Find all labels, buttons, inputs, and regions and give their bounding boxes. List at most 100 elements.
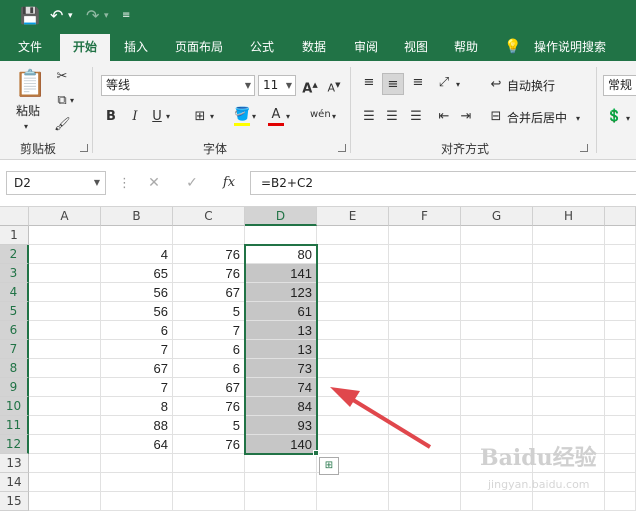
tab-help[interactable]: 帮助 [444, 34, 488, 61]
cell-h4[interactable] [533, 283, 605, 302]
format-painter-icon[interactable]: 🖌 [54, 117, 71, 133]
row-header[interactable]: 5 [0, 302, 29, 321]
font-size-combo[interactable]: 11 ▼ [258, 75, 296, 96]
cell-h2[interactable] [533, 245, 605, 264]
cell-f2[interactable] [389, 245, 461, 264]
font-color-icon[interactable]: A [268, 107, 284, 126]
copy-dropdown-icon[interactable]: ▾ [70, 93, 74, 109]
underline-dropdown-icon[interactable]: ▾ [166, 109, 170, 125]
cell-e4[interactable] [317, 283, 389, 302]
row-header[interactable]: 6 [0, 321, 29, 340]
cell-e11[interactable] [317, 416, 389, 435]
cell-f12[interactable] [389, 435, 461, 454]
cell-b5[interactable]: 56 [101, 302, 173, 321]
row-header[interactable]: 10 [0, 397, 29, 416]
underline-button[interactable]: U [150, 109, 164, 125]
redo-dropdown-icon[interactable]: ▾ [104, 6, 109, 26]
tab-page-layout[interactable]: 页面布局 [168, 34, 230, 61]
cell-d7[interactable]: 13 [245, 340, 317, 359]
cell-g1[interactable] [461, 226, 533, 245]
name-box[interactable]: D2 ▼ [6, 171, 106, 195]
cell-e2[interactable] [317, 245, 389, 264]
cell-g15[interactable] [461, 492, 533, 511]
cell-b12[interactable]: 64 [101, 435, 173, 454]
cell-d9[interactable]: 74 [245, 378, 317, 397]
cell[interactable] [605, 245, 636, 264]
decrease-font-icon[interactable]: A▼ [326, 77, 342, 97]
wrap-text-button[interactable]: 自动换行 [507, 78, 555, 94]
row-header[interactable]: 2 [0, 245, 29, 264]
align-right-icon[interactable]: ☰ [408, 109, 424, 125]
cell-b7[interactable]: 7 [101, 340, 173, 359]
column-header-h[interactable]: H [533, 207, 605, 226]
italic-button[interactable]: I [128, 109, 142, 125]
orientation-icon[interactable]: ⤢ [436, 75, 452, 91]
cell-a8[interactable] [29, 359, 101, 378]
cell-f14[interactable] [389, 473, 461, 492]
cell-d2[interactable]: 80 [245, 245, 317, 264]
cell-f3[interactable] [389, 264, 461, 283]
cell-d10[interactable]: 84 [245, 397, 317, 416]
cell-f1[interactable] [389, 226, 461, 245]
cell-c13[interactable] [173, 454, 245, 473]
cell-a4[interactable] [29, 283, 101, 302]
tab-data[interactable]: 数据 [292, 34, 336, 61]
cell-h1[interactable] [533, 226, 605, 245]
redo-icon[interactable]: ↷ [86, 6, 99, 26]
formula-input[interactable]: =B2+C2 [250, 171, 636, 195]
cell-g7[interactable] [461, 340, 533, 359]
cell-e10[interactable] [317, 397, 389, 416]
tab-view[interactable]: 视图 [394, 34, 438, 61]
cell-e3[interactable] [317, 264, 389, 283]
cell-a2[interactable] [29, 245, 101, 264]
cell-a6[interactable] [29, 321, 101, 340]
cell-c7[interactable]: 6 [173, 340, 245, 359]
column-header-g[interactable]: G [461, 207, 533, 226]
cell-e1[interactable] [317, 226, 389, 245]
merge-center-icon[interactable]: ⊟ [488, 109, 504, 125]
alignment-launcher-icon[interactable] [580, 144, 588, 152]
paste-button[interactable]: 粘贴 [16, 103, 40, 119]
cell-a11[interactable] [29, 416, 101, 435]
cell-d6[interactable]: 13 [245, 321, 317, 340]
cell-a5[interactable] [29, 302, 101, 321]
cell-g10[interactable] [461, 397, 533, 416]
cell-c15[interactable] [173, 492, 245, 511]
cut-icon[interactable]: ✂ [54, 69, 70, 85]
cell-h5[interactable] [533, 302, 605, 321]
borders-dropdown-icon[interactable]: ▾ [210, 109, 214, 125]
cell-d14[interactable] [245, 473, 317, 492]
align-bottom-icon[interactable]: ≡ [410, 75, 426, 91]
cell-c4[interactable]: 67 [173, 283, 245, 302]
cell-c5[interactable]: 5 [173, 302, 245, 321]
row-header[interactable]: 12 [0, 435, 29, 454]
cell-c3[interactable]: 76 [173, 264, 245, 283]
cell-g11[interactable] [461, 416, 533, 435]
cell-a1[interactable] [29, 226, 101, 245]
cell-d13[interactable] [245, 454, 317, 473]
cell[interactable] [605, 416, 636, 435]
cell-b3[interactable]: 65 [101, 264, 173, 283]
tab-formulas[interactable]: 公式 [240, 34, 284, 61]
borders-icon[interactable]: ⊞ [192, 109, 208, 125]
cell[interactable] [605, 378, 636, 397]
cell[interactable] [605, 302, 636, 321]
cell-a10[interactable] [29, 397, 101, 416]
cell-h11[interactable] [533, 416, 605, 435]
row-header[interactable]: 1 [0, 226, 29, 245]
tell-me-search[interactable]: 操作说明搜索 [528, 34, 612, 61]
increase-indent-icon[interactable]: ⇥ [458, 109, 474, 125]
cell-d1[interactable] [245, 226, 317, 245]
merge-dropdown-icon[interactable]: ▾ [576, 111, 580, 127]
cell-e7[interactable] [317, 340, 389, 359]
clipboard-launcher-icon[interactable] [80, 144, 88, 152]
row-header[interactable]: 8 [0, 359, 29, 378]
cell[interactable] [605, 435, 636, 454]
align-left-icon[interactable]: ☰ [361, 109, 377, 125]
cell-c14[interactable] [173, 473, 245, 492]
cell[interactable] [605, 359, 636, 378]
paste-dropdown-icon[interactable]: ▾ [24, 119, 28, 135]
cell[interactable] [605, 340, 636, 359]
cell-d12[interactable]: 140 [245, 435, 317, 454]
cell-a12[interactable] [29, 435, 101, 454]
